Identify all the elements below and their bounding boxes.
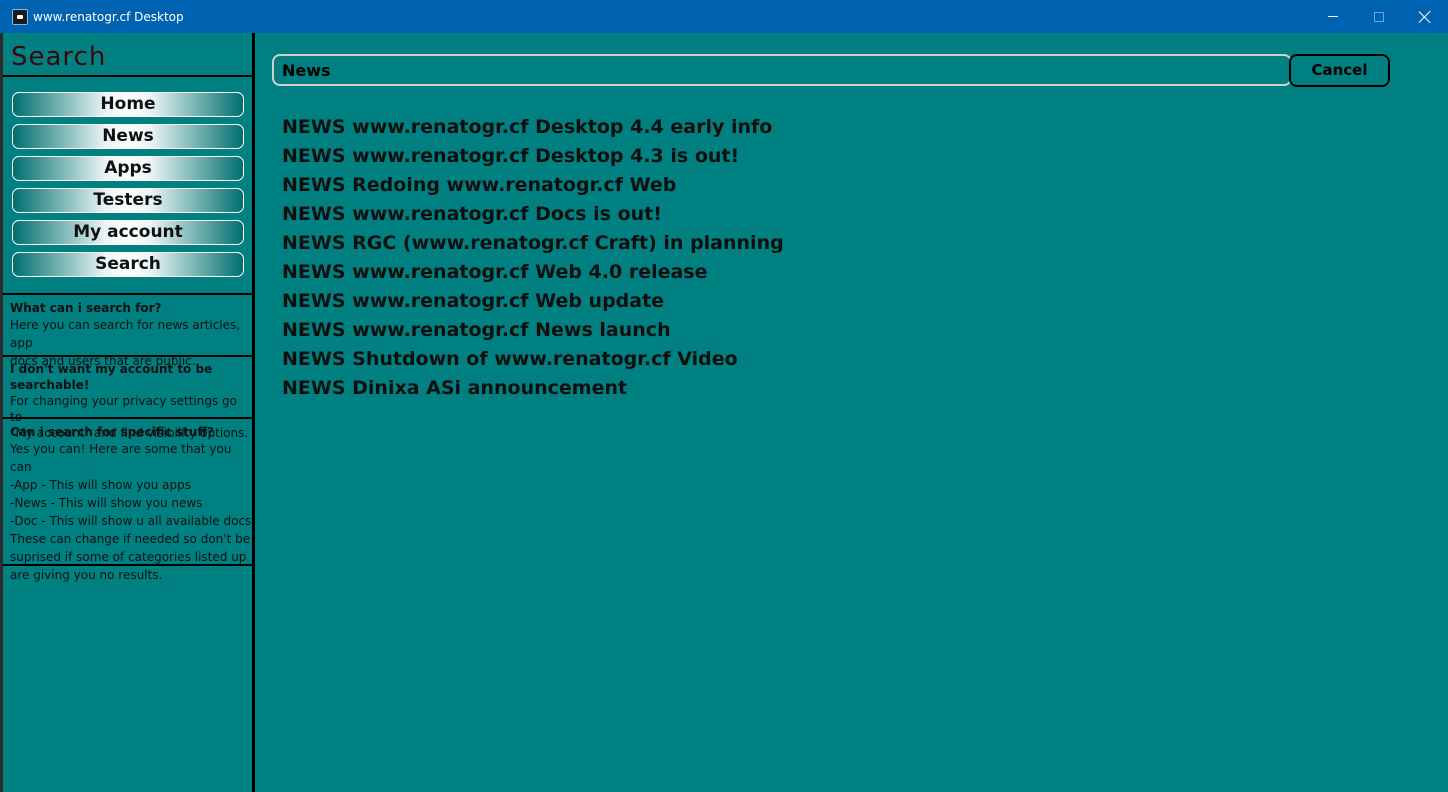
result-item[interactable]: NEWS www.renatogr.cf Desktop 4.3 is out! — [282, 142, 784, 171]
result-item[interactable]: NEWS www.renatogr.cf Desktop 4.4 early i… — [282, 113, 784, 142]
divider — [3, 564, 255, 566]
maximize-button[interactable] — [1356, 0, 1402, 33]
faq-item: What can i search for? Here you can sear… — [10, 300, 252, 370]
result-item[interactable]: NEWS www.renatogr.cf Web update — [282, 287, 784, 316]
nav-search-button[interactable]: Search — [12, 252, 244, 277]
window-title: www.renatogr.cf Desktop — [33, 10, 184, 24]
close-button[interactable] — [1402, 0, 1448, 33]
cancel-button[interactable]: Cancel — [1289, 54, 1390, 87]
result-item[interactable]: NEWS Dinixa ASi announcement — [282, 374, 784, 403]
nav-news-button[interactable]: News — [12, 124, 244, 149]
faq-question: I don't want my account to be searchable… — [10, 362, 213, 392]
result-item[interactable]: NEWS www.renatogr.cf News launch — [282, 316, 784, 345]
faq-question: What can i search for? — [10, 301, 162, 315]
result-item[interactable]: NEWS Shutdown of www.renatogr.cf Video — [282, 345, 784, 374]
search-results: NEWS www.renatogr.cf Desktop 4.4 early i… — [282, 113, 784, 403]
result-item[interactable]: NEWS www.renatogr.cf Web 4.0 release — [282, 258, 784, 287]
nav-testers-button[interactable]: Testers — [12, 188, 244, 213]
page-title: Search — [11, 42, 107, 72]
nav-my-account-button[interactable]: My account — [12, 220, 244, 245]
divider — [3, 417, 255, 419]
close-icon — [1419, 11, 1431, 23]
result-item[interactable]: NEWS Redoing www.renatogr.cf Web — [282, 171, 784, 200]
minimize-button[interactable] — [1310, 0, 1356, 33]
search-input[interactable] — [272, 54, 1292, 86]
app-logo-icon — [12, 9, 28, 25]
minimize-icon — [1328, 16, 1338, 17]
maximize-icon — [1374, 11, 1384, 22]
result-item[interactable]: NEWS www.renatogr.cf Docs is out! — [282, 200, 784, 229]
faq-question: Can i search for specific stuff? — [10, 425, 214, 439]
faq-item: Can i search for specific stuff? Yes you… — [10, 424, 252, 584]
main-content: Cancel NEWS www.renatogr.cf Desktop 4.4 … — [258, 33, 1448, 792]
window-body: Search Home News Apps Testers My account… — [3, 33, 1448, 792]
divider — [3, 75, 255, 77]
sidebar: Search Home News Apps Testers My account… — [3, 33, 255, 792]
nav-apps-button[interactable]: Apps — [12, 156, 244, 181]
result-item[interactable]: NEWS RGC (www.renatogr.cf Craft) in plan… — [282, 229, 784, 258]
faq-answer: Yes you can! Here are some that you can … — [10, 442, 252, 582]
divider — [3, 355, 255, 357]
title-bar: www.renatogr.cf Desktop — [0, 0, 1448, 33]
nav-home-button[interactable]: Home — [12, 92, 244, 117]
divider — [3, 293, 255, 295]
